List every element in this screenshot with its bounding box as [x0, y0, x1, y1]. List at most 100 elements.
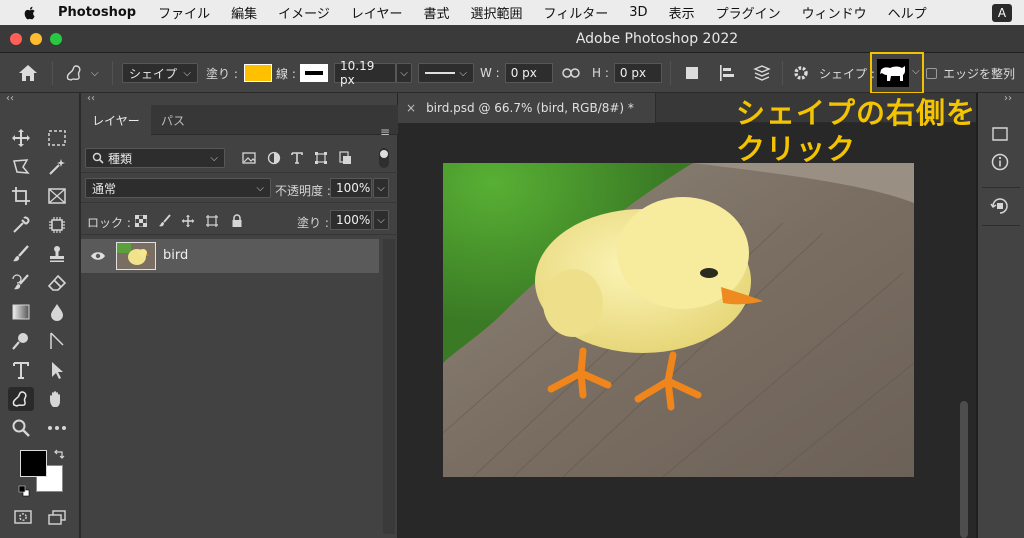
menu-edit[interactable]: 編集 [231, 3, 257, 22]
opacity-field[interactable]: 100% [330, 178, 372, 198]
filter-shape-button[interactable] [313, 150, 329, 166]
lock-all-button[interactable] [229, 213, 245, 229]
menu-3d[interactable]: 3D [629, 5, 647, 20]
width-label: W : [480, 66, 500, 80]
fill-color-swatch[interactable] [243, 64, 272, 82]
canvas-image[interactable] [443, 163, 914, 477]
panel-menu-icon[interactable]: ≡ [380, 125, 390, 139]
menu-image[interactable]: イメージ [278, 3, 330, 22]
blend-mode-select[interactable]: 通常 ⌵ [85, 178, 271, 198]
collapse-panel-icon[interactable]: ‹‹ [6, 93, 14, 104]
drop-icon [51, 304, 63, 321]
magic-wand-tool[interactable] [44, 155, 70, 179]
width-field[interactable]: 0 px [504, 63, 553, 83]
tool-mode-select[interactable]: シェイプ ⌵ [122, 63, 198, 83]
path-arrangement-button[interactable] [752, 63, 772, 83]
menu-view[interactable]: 表示 [669, 3, 695, 22]
hand-tool[interactable] [44, 387, 70, 411]
crop-tool[interactable] [8, 184, 34, 208]
screen-mode-button[interactable] [44, 505, 70, 529]
path-alignment-button[interactable] [718, 63, 736, 83]
menu-filter[interactable]: フィルター [544, 3, 609, 22]
object-selection-tool[interactable] [44, 213, 70, 237]
close-tab-icon[interactable]: × [406, 101, 416, 115]
layer-row[interactable]: bird [81, 239, 379, 273]
lock-transparency-button[interactable] [133, 213, 149, 229]
eye-icon[interactable] [90, 251, 106, 261]
foreground-color-swatch[interactable] [20, 450, 47, 477]
default-colors-icon[interactable] [18, 485, 30, 497]
frame-tool[interactable] [44, 184, 70, 208]
lasso-tool[interactable] [8, 155, 34, 179]
history-panel-button[interactable] [988, 195, 1012, 217]
opacity-dropdown[interactable]: ⌵ [373, 178, 389, 198]
info-panel-button[interactable] [988, 151, 1012, 173]
menu-select[interactable]: 選択範囲 [471, 3, 523, 22]
menu-plugins[interactable]: プラグイン [716, 3, 781, 22]
menu-window[interactable]: ウィンドウ [802, 3, 867, 22]
eraser-tool[interactable] [44, 271, 70, 295]
stroke-color-swatch[interactable] [299, 64, 328, 82]
lock-artboard-button[interactable] [204, 213, 220, 229]
dodge-tool[interactable] [8, 329, 34, 353]
eyedropper-tool[interactable] [8, 213, 34, 237]
fill-opacity-dropdown[interactable]: ⌵ [373, 210, 389, 230]
move-tool[interactable] [8, 126, 34, 150]
lock-row: ロック : 塗り : 100% ⌵ [81, 205, 398, 235]
blur-tool[interactable] [44, 300, 70, 324]
layer-filter-row: 種類 ⌵ [81, 143, 398, 173]
tools-panel: ‹‹ [0, 93, 80, 538]
document-tab[interactable]: × bird.psd @ 66.7% (bird, RGB/8#) * [398, 93, 656, 123]
home-button[interactable] [18, 63, 38, 83]
app-name-menu[interactable]: Photoshop [58, 5, 136, 20]
menu-file[interactable]: ファイル [158, 3, 210, 22]
filter-adjustment-button[interactable] [266, 150, 282, 166]
canvas-vertical-scrollbar[interactable] [960, 401, 968, 538]
path-operations-button[interactable] [684, 63, 700, 83]
height-field[interactable]: 0 px [613, 63, 662, 83]
stroke-type-select[interactable]: ⌵ [418, 63, 474, 83]
lock-position-button[interactable] [180, 213, 196, 229]
align-edges-checkbox[interactable] [926, 67, 937, 79]
palette-icon [992, 127, 1008, 141]
menu-help[interactable]: ヘルプ [888, 3, 927, 22]
link-dimensions-button[interactable] [562, 63, 580, 83]
pen-tool[interactable] [44, 329, 70, 353]
tab-layers[interactable]: レイヤー [81, 105, 151, 135]
zoom-tool[interactable] [8, 416, 34, 440]
swap-colors-icon[interactable] [53, 448, 65, 460]
shape-picker[interactable]: ⌵ [870, 52, 924, 94]
brush-tool[interactable] [8, 242, 34, 266]
menu-layer[interactable]: レイヤー [351, 3, 403, 22]
type-tool[interactable] [8, 358, 34, 382]
history-brush-tool[interactable] [8, 271, 34, 295]
color-panel-button[interactable] [988, 123, 1012, 145]
stroke-width-field[interactable]: 10.19 px [334, 59, 396, 87]
tab-paths[interactable]: パス [151, 105, 195, 135]
marquee-tool[interactable] [44, 126, 70, 150]
collapse-right-panel-icon[interactable]: ›› [1004, 93, 1012, 104]
settings-button[interactable] [792, 63, 810, 83]
fill-opacity-field[interactable]: 100% [330, 210, 372, 230]
filter-toggle-switch[interactable] [379, 148, 389, 168]
lock-pixels-button[interactable] [157, 213, 173, 229]
layer-filter-select[interactable]: 種類 ⌵ [85, 148, 225, 168]
layers-scrollbar[interactable] [383, 239, 395, 534]
stroke-width-dropdown[interactable]: ⌵ [396, 63, 412, 83]
collapse-panel-icon[interactable]: ‹‹ [87, 93, 95, 104]
filter-pixel-button[interactable] [241, 150, 257, 166]
freeform-pen-tool[interactable] [8, 387, 34, 411]
menu-type[interactable]: 書式 [424, 3, 450, 22]
more-tools-button[interactable] [44, 416, 70, 440]
path-selection-tool[interactable] [44, 358, 70, 382]
filter-smart-object-button[interactable] [337, 150, 353, 166]
shape-picker-chevron-icon[interactable]: ⌵ [912, 66, 920, 77]
gradient-tool[interactable] [8, 300, 34, 324]
input-method-indicator[interactable]: A [992, 4, 1012, 22]
stamp-tool[interactable] [44, 242, 70, 266]
chevron-down-icon: ⌵ [91, 67, 99, 79]
filter-type-button[interactable] [289, 150, 305, 166]
apple-icon[interactable] [22, 5, 38, 21]
quick-mask-button[interactable] [10, 505, 36, 529]
tool-preset-picker[interactable]: ⌵ [64, 63, 99, 83]
